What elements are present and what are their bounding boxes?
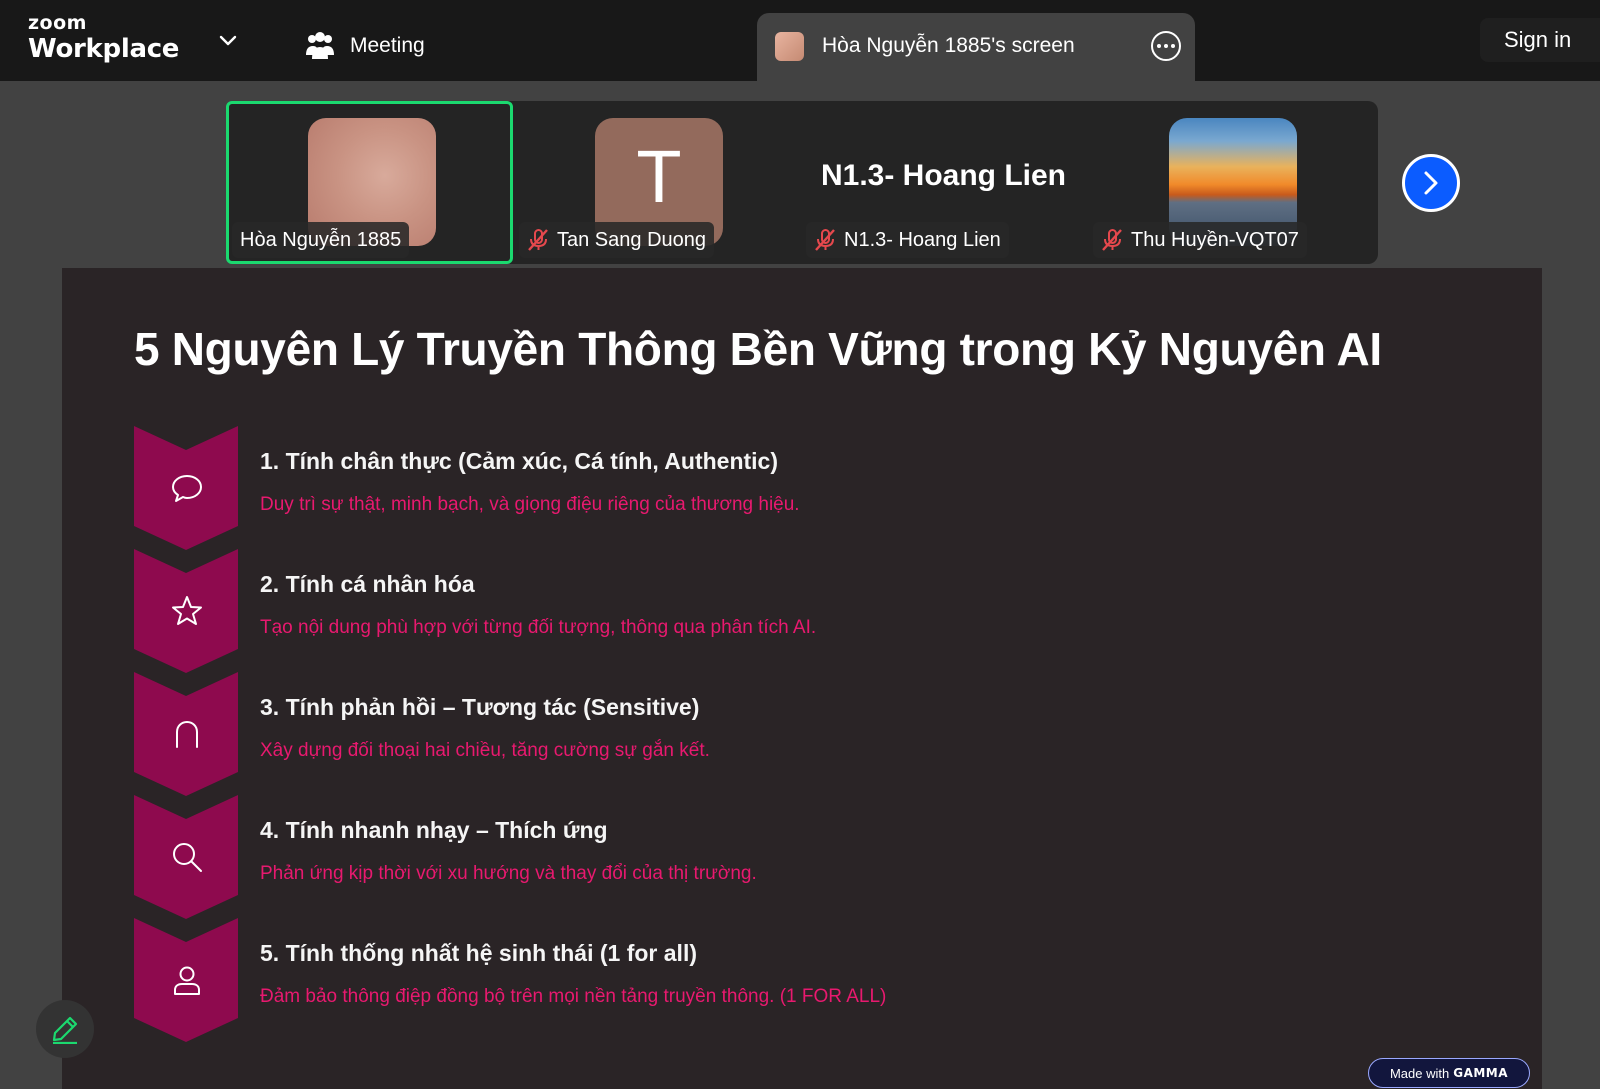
star-icon xyxy=(172,596,202,625)
logo-zoom-text: zoom xyxy=(28,12,87,34)
badge-brand: GAMMA xyxy=(1453,1066,1509,1080)
search-icon xyxy=(173,843,202,872)
chevron-marker xyxy=(134,549,238,673)
chevron-down-icon[interactable] xyxy=(218,34,238,48)
microphone-muted-icon xyxy=(815,229,835,251)
made-with-gamma-badge[interactable]: Made with GAMMA xyxy=(1368,1058,1530,1088)
microphone-muted-icon xyxy=(528,229,548,251)
top-bar: zoom Workplace Meeting Hòa Nguyễn 1885's… xyxy=(0,0,1600,81)
meeting-button[interactable]: Meeting xyxy=(304,26,425,66)
principle-item: 5. Tính thống nhất hệ sinh thái (1 for a… xyxy=(134,918,1434,1042)
principle-description: Tạo nội dung phù hợp với từng đối tượng,… xyxy=(260,617,817,638)
participant-tile-hoa[interactable]: Hòa Nguyễn 1885 xyxy=(226,101,513,264)
sharer-thumbnail xyxy=(775,32,804,61)
participant-nametag: Hòa Nguyễn 1885 xyxy=(232,222,410,258)
principle-title: 3. Tính phản hồi – Tương tác (Sensitive) xyxy=(260,694,700,720)
participant-nametag: Tan Sang Duong xyxy=(519,222,715,258)
chevron-marker xyxy=(134,672,238,796)
chevron-marker xyxy=(134,918,238,1042)
principle-title: 2. Tính cá nhân hóa xyxy=(260,571,475,597)
chevron-marker xyxy=(134,426,238,550)
principle-description: Xây dựng đối thoại hai chiều, tăng cường… xyxy=(260,740,710,761)
chevron-marker xyxy=(134,795,238,919)
speech-bubble-icon xyxy=(172,475,202,502)
badge-prefix: Made with xyxy=(1389,1065,1450,1081)
participant-tile-hoang-lien[interactable]: N1.3- Hoang Lien N1.3- Hoang Lien xyxy=(800,101,1087,264)
participant-tile-tan-sang[interactable]: T Tan Sang Duong xyxy=(513,101,800,264)
logo-workplace-text: Workplace xyxy=(28,34,180,64)
participants-icon xyxy=(306,32,334,59)
sign-in-button[interactable]: Sign in xyxy=(1480,18,1600,62)
participant-name: Hòa Nguyễn 1885 xyxy=(240,228,402,251)
participant-display-name: N1.3- Hoang Lien xyxy=(820,159,1067,192)
participant-tile-thu-huyen[interactable]: Thu Huyền-VQT07 xyxy=(1087,101,1374,264)
chevron-right-icon xyxy=(1424,171,1438,195)
principle-description: Phản ứng kịp thời với xu hướng và thay đ… xyxy=(260,863,757,884)
participant-name: Thu Huyền-VQT07 xyxy=(1131,228,1299,251)
participant-nametag: Thu Huyền-VQT07 xyxy=(1093,222,1307,258)
principle-title: 4. Tính nhanh nhạy – Thích ứng xyxy=(260,817,608,843)
pencil-icon xyxy=(52,1016,78,1044)
principle-item: 4. Tính nhanh nhạy – Thích ứng Phản ứng … xyxy=(134,795,1434,919)
person-icon xyxy=(174,966,200,995)
participant-nametag: N1.3- Hoang Lien xyxy=(806,222,1009,258)
annotate-button[interactable] xyxy=(36,1000,94,1058)
principle-item: 2. Tính cá nhân hóa Tạo nội dung phù hợp… xyxy=(134,549,1434,673)
zoom-workplace-logo[interactable]: zoom Workplace xyxy=(28,12,180,64)
microphone-muted-icon xyxy=(1102,229,1122,251)
principle-description: Duy trì sự thật, minh bạch, và giọng điệ… xyxy=(260,494,800,515)
arch-icon xyxy=(176,720,198,748)
participant-gallery: Hòa Nguyễn 1885 T Tan Sang Duong N1.3- H… xyxy=(226,101,1378,264)
slide-title: 5 Nguyên Lý Truyền Thông Bền Vững trong … xyxy=(134,323,1382,375)
gallery-next-button[interactable] xyxy=(1402,154,1460,212)
principle-description: Đảm bảo thông điệp đồng bộ trên mọi nền … xyxy=(260,986,887,1007)
principle-item: 1. Tính chân thực (Cảm xúc, Cá tính, Aut… xyxy=(134,426,1434,550)
shared-screen-tab[interactable]: Hòa Nguyễn 1885's screen xyxy=(757,13,1195,81)
more-options-icon[interactable] xyxy=(1151,31,1181,61)
shared-slide: 5 Nguyên Lý Truyền Thông Bền Vững trong … xyxy=(62,268,1542,1089)
participant-name: Tan Sang Duong xyxy=(557,228,707,251)
shared-screen-label: Hòa Nguyễn 1885's screen xyxy=(822,34,1075,57)
principle-title: 1. Tính chân thực (Cảm xúc, Cá tính, Aut… xyxy=(260,448,779,474)
meeting-label: Meeting xyxy=(350,34,425,57)
principle-title: 5. Tính thống nhất hệ sinh thái (1 for a… xyxy=(260,940,697,966)
participant-name: N1.3- Hoang Lien xyxy=(844,228,1001,251)
principle-item: 3. Tính phản hồi – Tương tác (Sensitive)… xyxy=(134,672,1434,796)
